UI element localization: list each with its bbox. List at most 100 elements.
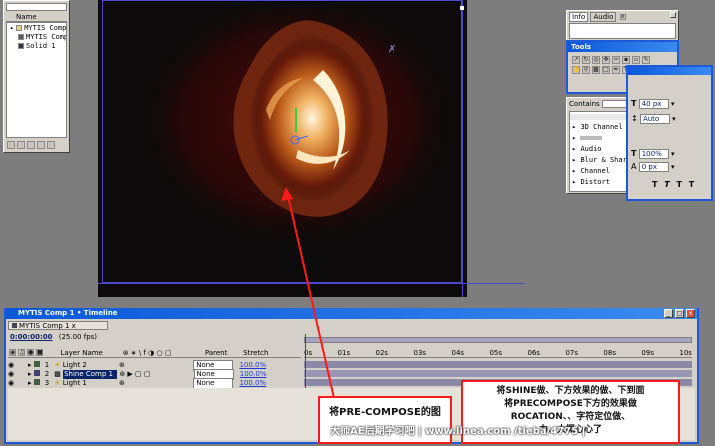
- close-icon[interactable]: x: [619, 14, 626, 20]
- all-caps-button[interactable]: T: [677, 180, 682, 189]
- eraser-tool-icon[interactable]: ▫: [632, 56, 640, 64]
- fps-label: (25.00 fps): [58, 333, 98, 341]
- faux-bold-button[interactable]: T: [652, 180, 657, 189]
- timeline-tab[interactable]: MYTIS Comp 1 x: [8, 321, 108, 330]
- col-layer-name[interactable]: Layer Name: [60, 348, 120, 358]
- small-caps-button[interactable]: T: [689, 180, 694, 189]
- project-panel: Name ▸MYTIS Comp 1 MYTIS Comp 1 Solid 1: [3, 0, 70, 153]
- layer-row[interactable]: ◉ ▸ 3 ☀ Light 1 ⊛ None 100.0%: [8, 378, 301, 389]
- layer-stretch[interactable]: 100.0%: [239, 361, 266, 369]
- delete-icon[interactable]: [47, 141, 55, 149]
- lock-icon[interactable]: ■: [36, 349, 43, 356]
- effects-item[interactable]: ▸ Channel: [570, 167, 630, 176]
- info-panel: Info Audio x: [566, 10, 679, 42]
- info-body: [569, 23, 676, 39]
- project-item[interactable]: Solid 1: [7, 42, 66, 51]
- comp-icon: ▩: [54, 370, 61, 378]
- tab-audio[interactable]: Audio: [590, 12, 617, 22]
- timeline-header: ◉ ♫ ● ■ Layer Name ⊛ ∗ \ f ◑ ○ ▢ Parent Str…: [8, 348, 301, 358]
- tab-info[interactable]: Info: [569, 12, 589, 22]
- effects-item[interactable]: ▸: [570, 134, 630, 143]
- layer-row[interactable]: ◉ ▸ 2 ▩ Shine Comp 1 ⊛ ▶ ▢ ▢ None 100.0%: [8, 369, 301, 380]
- close-button[interactable]: x: [686, 309, 695, 318]
- current-time[interactable]: 0:00:00:00: [10, 333, 53, 341]
- maximize-button[interactable]: □: [675, 309, 684, 318]
- comp-bounds: [102, 0, 462, 283]
- layer-row[interactable]: ◉ ▸ 1 ☀ Light 2 ⊛ None 100.0%: [8, 360, 301, 371]
- rotate-tool-icon[interactable]: ↻: [582, 56, 590, 64]
- zoom-tool-icon[interactable]: ⚲: [582, 66, 590, 74]
- depth-icon[interactable]: [37, 141, 45, 149]
- folder-icon: [16, 25, 23, 31]
- baseline-field[interactable]: 0 px: [638, 162, 669, 172]
- font-size-field[interactable]: 40 px: [638, 99, 669, 109]
- effects-item[interactable]: ▸ Blur & Sharpen: [570, 156, 630, 165]
- faux-italic-button[interactable]: T: [664, 180, 669, 189]
- effects-item[interactable]: ▸ Audio: [570, 145, 630, 154]
- comp-handle[interactable]: [460, 6, 464, 10]
- folder-new-icon[interactable]: [17, 141, 25, 149]
- pan-tool-icon[interactable]: ✥: [602, 56, 610, 64]
- close-icon[interactable]: x: [72, 322, 76, 330]
- tools-title: Tools: [568, 42, 677, 52]
- info-close-button[interactable]: [670, 12, 676, 18]
- time-display[interactable]: 0:00:00:00 (25.00 fps): [10, 333, 97, 342]
- layer-color: [33, 379, 40, 385]
- effects-item[interactable]: ▸ 3D Channel: [570, 123, 630, 132]
- effects-item[interactable]: ▸ Distort: [570, 178, 630, 187]
- brush-tool-icon[interactable]: ✎: [642, 56, 650, 64]
- tracking-field[interactable]: 100%: [638, 149, 669, 159]
- tracking-icon: T: [631, 149, 637, 158]
- col-parent[interactable]: Parent: [205, 348, 241, 358]
- character-title: [628, 67, 711, 75]
- camera-tool-icon[interactable]: ▩: [592, 66, 600, 74]
- project-item[interactable]: ▸MYTIS Comp 1: [7, 24, 66, 33]
- ruler-tick: 09s: [641, 349, 654, 357]
- font-size-icon: T: [631, 99, 637, 108]
- layer-bar[interactable]: [304, 370, 692, 377]
- layer-stretch[interactable]: 100.0%: [240, 370, 267, 378]
- light-icon: ☀: [54, 379, 61, 387]
- trash-icon[interactable]: [7, 141, 15, 149]
- audio-icon[interactable]: ♫: [18, 349, 25, 356]
- effects-search-label: Contains: [569, 100, 600, 108]
- solo-icon[interactable]: ●: [27, 349, 34, 356]
- effects-list: ▸ 3D Channel ▸ ▸ Audio ▸ Blur & Sharpen …: [569, 111, 631, 192]
- effects-search-input[interactable]: [601, 100, 628, 108]
- character-font-row: T 40 px ▾: [631, 99, 674, 109]
- project-item[interactable]: MYTIS Comp 1: [7, 33, 66, 42]
- annotation-left-text: 将PRE-COMPOSE的图: [329, 407, 441, 418]
- chevron-down-icon[interactable]: ▾: [671, 150, 675, 158]
- col-stretch[interactable]: Stretch: [243, 349, 268, 357]
- pen-tool-icon[interactable]: ✑: [612, 56, 620, 64]
- solid-icon: [18, 43, 24, 49]
- comp-right-edge-line: [462, 0, 463, 297]
- minimize-button[interactable]: _: [664, 309, 673, 318]
- chevron-down-icon[interactable]: ▾: [671, 163, 675, 171]
- stamp-tool-icon[interactable]: ▪: [622, 56, 630, 64]
- leading-field[interactable]: Auto: [639, 114, 670, 124]
- eye-icon[interactable]: ◉: [9, 349, 16, 356]
- layer-stretch[interactable]: 100.0%: [239, 379, 266, 387]
- chevron-down-icon[interactable]: ▾: [672, 115, 676, 123]
- pen-add-icon[interactable]: ✒: [612, 66, 620, 74]
- work-area-bar[interactable]: [304, 337, 692, 343]
- composition-canvas[interactable]: ✗: [98, 0, 467, 297]
- current-time-indicator[interactable]: [305, 334, 306, 390]
- layer-color: [33, 370, 40, 376]
- layer-name[interactable]: Light 1: [63, 379, 117, 388]
- hand-tool-icon[interactable]: ✋: [572, 66, 580, 74]
- mask-tool-icon[interactable]: □: [602, 66, 610, 74]
- baseline-icon: A: [631, 162, 637, 171]
- time-ruler[interactable]: 0s 01s 02s 03s 04s 05s 06s 07s 08s 09s 1…: [304, 348, 692, 358]
- project-column-header[interactable]: Name: [6, 13, 67, 22]
- comp-new-icon[interactable]: [27, 141, 35, 149]
- effects-search: Contains: [569, 100, 628, 109]
- chevron-down-icon[interactable]: ▾: [671, 100, 675, 108]
- eye-icon[interactable]: ◉: [8, 379, 28, 388]
- character-leading-row: ↕ Auto ▾: [631, 114, 676, 124]
- effects-row-animation[interactable]: [570, 114, 630, 120]
- orbit-tool-icon[interactable]: ◎: [592, 56, 600, 64]
- arrow-tool-icon[interactable]: ↗: [572, 56, 580, 64]
- layer-bar[interactable]: [304, 361, 692, 368]
